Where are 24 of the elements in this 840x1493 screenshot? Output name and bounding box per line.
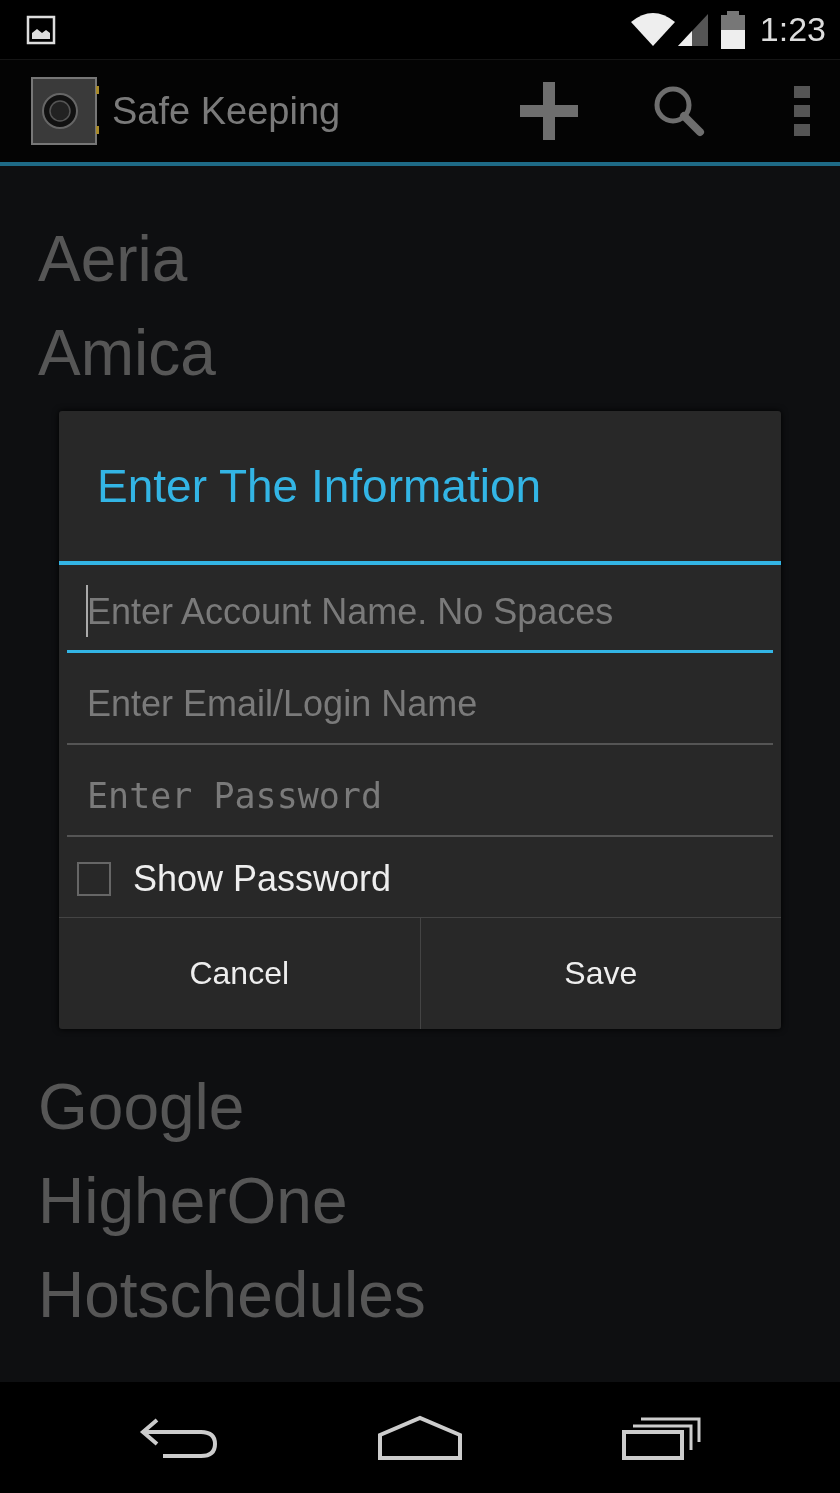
dialog-button[interactable]: Save xyxy=(419,918,781,1029)
home-icon[interactable] xyxy=(377,1414,463,1461)
checkbox[interactable] xyxy=(77,862,111,896)
account-list-item[interactable]: Aeria xyxy=(0,212,840,306)
account-list-item[interactable]: Google xyxy=(0,1060,840,1154)
safe-icon[interactable] xyxy=(30,76,100,146)
overflow-menu-icon[interactable] xyxy=(794,86,810,136)
input-field[interactable]: Enter Email/Login Name xyxy=(67,665,773,745)
dialog-button[interactable]: Cancel xyxy=(59,918,420,1029)
add-icon[interactable] xyxy=(520,82,578,140)
app-title: Safe Keeping xyxy=(112,89,342,133)
recent-apps-icon[interactable] xyxy=(621,1415,701,1460)
clock-time: 1:23 xyxy=(759,10,826,49)
account-list-item[interactable]: Amica xyxy=(0,306,840,400)
account-list-item[interactable]: Hotschedules xyxy=(0,1248,840,1342)
dialog-title: Enter The Information xyxy=(59,411,781,565)
picture-notification-icon xyxy=(26,14,56,45)
wifi-icon xyxy=(629,11,676,48)
text-cursor xyxy=(86,585,88,637)
account-list-item[interactable]: HigherOne xyxy=(0,1154,840,1248)
checkbox-label: Show Password xyxy=(133,858,392,900)
input-field[interactable]: Enter Account Name. No Spaces xyxy=(67,573,773,653)
input-field[interactable]: Enter Password xyxy=(67,757,773,837)
search-icon[interactable] xyxy=(652,84,706,138)
